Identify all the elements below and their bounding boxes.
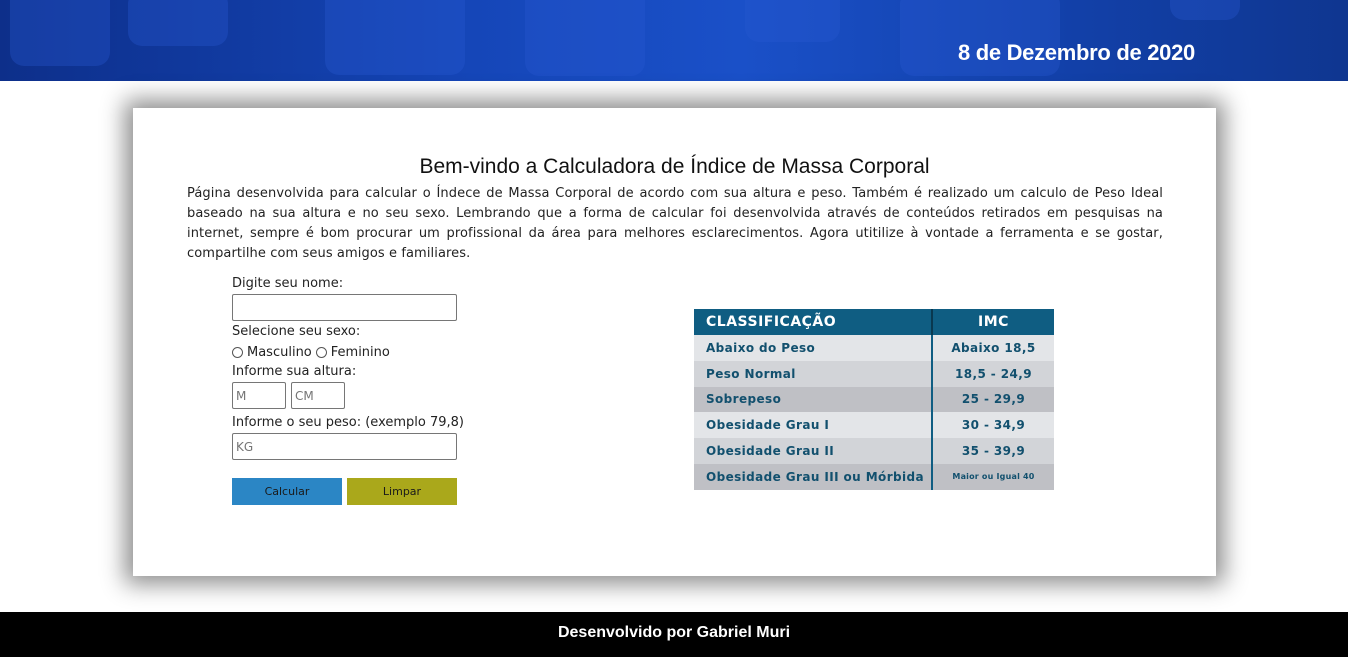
classification-cell: Peso Normal <box>694 360 933 387</box>
height-cm-input[interactable] <box>291 382 345 409</box>
footer-credit: Desenvolvido por Gabriel Muri <box>557 624 791 641</box>
imc-cell: 35 - 39,9 <box>932 438 1054 464</box>
header-decoration <box>1170 0 1240 20</box>
classification-cell: Sobrepeso <box>694 386 933 413</box>
table-row: Abaixo do Peso Abaixo 18,5 <box>694 335 1054 361</box>
classification-cell: Abaixo do Peso <box>694 335 933 361</box>
sex-label: Selecione seu sexo: <box>232 324 361 339</box>
table-row: Sobrepeso 25 - 29,9 <box>694 386 1054 413</box>
name-input[interactable] <box>232 294 457 321</box>
imc-cell: 25 - 29,9 <box>932 386 1054 413</box>
imc-cell: 18,5 - 24,9 <box>932 360 1054 387</box>
column-header-imc: IMC <box>932 309 1054 335</box>
classification-cell: Obesidade Grau III ou Mórbida <box>694 463 933 490</box>
table-header-row: CLASSIFICAÇÃO IMC <box>694 309 1054 335</box>
radio-female-label: Feminino <box>330 344 390 360</box>
radio-male-label: Masculino <box>247 344 312 360</box>
calculate-button[interactable]: Calcular <box>232 478 342 505</box>
height-label: Informe sua altura: <box>232 364 357 379</box>
clear-button[interactable]: Limpar <box>347 478 457 505</box>
form-buttons: Calcular Limpar <box>232 478 472 505</box>
footer: Desenvolvido por Gabriel Muri <box>0 612 1348 657</box>
page-title: Bem-vindo a Calculadora de Índice de Mas… <box>419 155 930 178</box>
weight-input[interactable] <box>232 433 457 460</box>
bmi-classification-table: CLASSIFICAÇÃO IMC Abaixo do Peso Abaixo … <box>694 309 1054 490</box>
header-decoration <box>325 0 465 75</box>
table-row: Obesidade Grau I 30 - 34,9 <box>694 412 1054 439</box>
bmi-form: Digite seu nome: Selecione seu sexo: Mas… <box>232 274 472 505</box>
header-banner: 8 de Dezembro de 2020 <box>0 0 1348 81</box>
radio-female[interactable] <box>315 346 327 358</box>
header-decoration <box>525 0 645 76</box>
height-m-input[interactable] <box>232 382 286 409</box>
table-row: Obesidade Grau III ou Mórbida Maior ou I… <box>694 463 1054 490</box>
name-label: Digite seu nome: <box>232 276 344 291</box>
imc-cell: Maior ou Igual 40 <box>932 463 1054 490</box>
imc-cell: 30 - 34,9 <box>932 412 1054 439</box>
radio-male[interactable] <box>232 346 243 358</box>
weight-label: Informe o seu peso: (exemplo 79,8) <box>232 415 464 430</box>
classification-cell: Obesidade Grau II <box>694 438 933 464</box>
height-inputs <box>232 382 472 409</box>
header-decoration <box>745 0 840 42</box>
classification-cell: Obesidade Grau I <box>694 412 933 439</box>
intro-paragraph: Página desenvolvida para calcular o Índe… <box>187 186 1163 261</box>
column-header-classification: CLASSIFICAÇÃO <box>694 309 933 335</box>
table-row: Obesidade Grau II 35 - 39,9 <box>694 438 1054 464</box>
header-date: 8 de Dezembro de 2020 <box>957 40 1195 65</box>
table-row: Peso Normal 18,5 - 24,9 <box>694 360 1054 387</box>
imc-cell: Abaixo 18,5 <box>932 335 1054 361</box>
header-decoration <box>128 0 228 46</box>
sex-radio-group: Masculino Feminino <box>232 342 472 362</box>
main-card: Bem-vindo a Calculadora de Índice de Mas… <box>133 108 1216 576</box>
header-decoration <box>10 0 110 66</box>
